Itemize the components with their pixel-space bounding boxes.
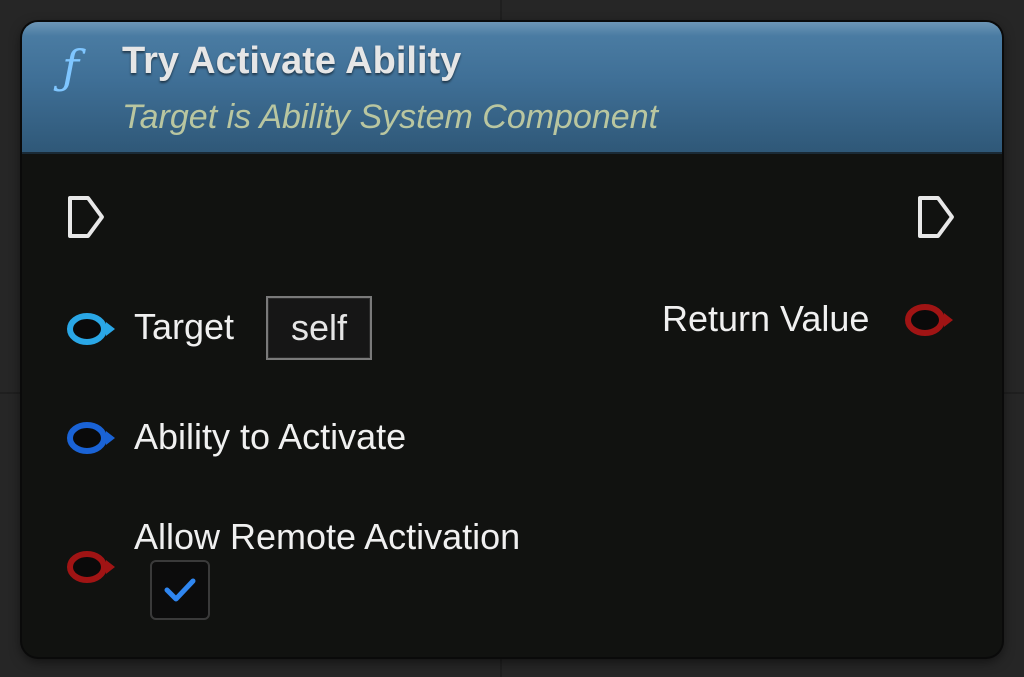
allow-remote-label: Allow Remote Activation <box>134 516 521 557</box>
ability-pin-icon[interactable] <box>66 421 118 455</box>
return-value-pin-icon[interactable] <box>904 303 956 337</box>
allow-remote-pin-icon[interactable] <box>66 550 118 584</box>
checkmark-icon <box>164 578 196 602</box>
target-pin-label: Target <box>134 306 235 347</box>
return-value-label: Return Value <box>662 298 870 339</box>
exec-in-pin-icon[interactable] <box>66 194 106 240</box>
allow-remote-checkbox[interactable] <box>150 560 210 620</box>
node-subtitle: Target is Ability System Component <box>122 98 659 136</box>
blueprint-node[interactable]: ƒ Try Activate Ability Target is Ability… <box>22 22 1002 657</box>
exec-out-pin-icon[interactable] <box>916 194 956 240</box>
target-default-value[interactable]: self <box>266 296 372 360</box>
function-icon: ƒ <box>62 40 80 94</box>
target-pin-icon[interactable] <box>66 312 118 346</box>
node-header[interactable]: ƒ Try Activate Ability Target is Ability… <box>22 22 1002 154</box>
ability-pin-label: Ability to Activate <box>134 416 407 457</box>
node-title: Try Activate Ability <box>122 40 462 82</box>
